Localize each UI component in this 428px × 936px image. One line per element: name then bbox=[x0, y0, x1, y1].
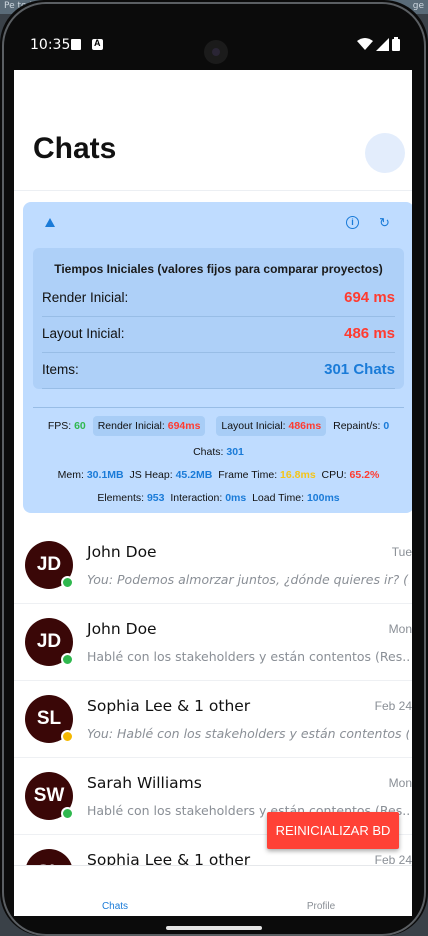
desktop-text-right: ge bbox=[412, 1, 424, 11]
frame-label: Frame Time: bbox=[218, 469, 278, 481]
metrics-line-4: Elements: 953 Interaction: 0ms Load Time… bbox=[23, 492, 412, 504]
phone-frame: 10:35 Chats i ↻ Tiempos Iniciales (valor… bbox=[0, 0, 428, 936]
initial-times-title: Tiempos Iniciales (valores fijos para co… bbox=[54, 262, 383, 276]
layout-label: Layout Inicial: bbox=[221, 420, 286, 432]
fps-label: FPS: bbox=[47, 420, 72, 432]
interaction-value: 0ms bbox=[225, 492, 247, 504]
battery-icon bbox=[392, 37, 400, 51]
online-status-dot bbox=[61, 576, 74, 589]
front-camera bbox=[204, 40, 228, 64]
chat-time: Feb 24 bbox=[374, 699, 412, 713]
reset-database-button[interactable]: REINICIALIZAR BD bbox=[267, 812, 399, 849]
cpu-value: 65.2% bbox=[349, 469, 380, 481]
refresh-icon[interactable]: ↻ bbox=[379, 215, 390, 231]
heap-value: 45.2MB bbox=[175, 469, 213, 481]
profile-avatar-button[interactable] bbox=[365, 133, 405, 173]
heap-label: JS Heap: bbox=[129, 469, 173, 481]
status-time: 10:35 bbox=[30, 37, 71, 53]
chat-name: John Doe bbox=[87, 620, 157, 638]
render-pill: Render Inicial: 694ms bbox=[92, 416, 206, 436]
chat-preview: You: Hablé con los stakeholders y están … bbox=[87, 726, 409, 741]
chat-item[interactable]: SL Sophia Lee & 1 other Feb 24 You: Habl… bbox=[14, 680, 412, 758]
chat-preview: Hablé con los stakeholders y están conte… bbox=[87, 649, 409, 664]
metrics-line-2: Chats: 301 bbox=[23, 446, 412, 458]
chat-item[interactable]: JD John Doe Tue You: Podemos almorzar ju… bbox=[14, 526, 412, 604]
initial-items-value: 301 Chats bbox=[324, 361, 395, 378]
online-status-dot bbox=[61, 653, 74, 666]
signal-icon bbox=[376, 37, 389, 51]
chat-item[interactable]: JD John Doe Mon Hablé con los stakeholde… bbox=[14, 603, 412, 681]
performance-panel: i ↻ Tiempos Iniciales (valores fijos par… bbox=[23, 202, 412, 513]
metrics-line-1: FPS: 60 Render Inicial: 694ms Layout Ini… bbox=[23, 416, 412, 436]
app-screen: Chats i ↻ Tiempos Iniciales (valores fij… bbox=[14, 70, 412, 916]
notification-a-icon bbox=[92, 38, 103, 50]
initial-row-layout: Layout Inicial: 486 ms bbox=[42, 316, 395, 353]
elements-value: 953 bbox=[146, 492, 165, 504]
chats-label: Chats: bbox=[193, 446, 224, 458]
repaint-label: Repaint/s: bbox=[333, 420, 381, 432]
render-label: Render Inicial: bbox=[97, 420, 165, 432]
load-value: 100ms bbox=[306, 492, 340, 504]
chat-name: John Doe bbox=[87, 543, 157, 561]
layout-value: 486ms bbox=[288, 420, 322, 432]
repaint-value: 0 bbox=[383, 420, 390, 432]
mem-value: 30.1MB bbox=[86, 469, 124, 481]
status-icons bbox=[357, 37, 400, 51]
layout-pill: Layout Inicial: 486ms bbox=[216, 416, 327, 436]
chat-preview: You: Podemos almorzar juntos, ¿dónde qui… bbox=[87, 572, 409, 587]
chats-value: 301 bbox=[226, 446, 244, 458]
fps-value: 60 bbox=[74, 420, 86, 432]
load-label: Load Time: bbox=[252, 492, 305, 504]
chat-name: Sarah Williams bbox=[87, 774, 202, 792]
interaction-label: Interaction: bbox=[170, 492, 223, 504]
chat-time: Mon bbox=[388, 622, 412, 636]
info-icon[interactable]: i bbox=[346, 216, 359, 229]
initial-row-render: Render Inicial: 694 ms bbox=[42, 280, 395, 317]
mem-label: Mem: bbox=[57, 469, 84, 481]
performance-toolbar: i ↻ bbox=[23, 202, 412, 242]
initial-render-label: Render Inicial: bbox=[42, 290, 129, 305]
cpu-label: CPU: bbox=[321, 469, 347, 481]
elements-label: Elements: bbox=[97, 492, 145, 504]
initial-times-box: Tiempos Iniciales (valores fijos para co… bbox=[33, 248, 404, 389]
render-value: 694ms bbox=[167, 420, 201, 432]
performance-divider bbox=[33, 407, 404, 408]
sim-card-icon bbox=[71, 39, 81, 50]
app-header: Chats bbox=[14, 70, 412, 191]
away-status-dot bbox=[61, 730, 74, 743]
initial-items-label: Items: bbox=[42, 362, 79, 377]
frame-value: 16.8ms bbox=[280, 469, 316, 481]
page-title: Chats bbox=[33, 132, 117, 165]
initial-row-items: Items: 301 Chats bbox=[42, 352, 395, 389]
tab-chats[interactable]: Chats bbox=[75, 901, 155, 912]
tab-profile[interactable]: Profile bbox=[281, 901, 361, 912]
collapse-triangle-icon[interactable] bbox=[45, 218, 55, 227]
chat-time: Mon bbox=[388, 776, 412, 790]
chat-name: Sophia Lee & 1 other bbox=[87, 697, 251, 715]
initial-layout-value: 486 ms bbox=[344, 325, 395, 342]
metrics-line-3: Mem: 30.1MB JS Heap: 45.2MB Frame Time: … bbox=[23, 469, 412, 481]
initial-layout-label: Layout Inicial: bbox=[42, 326, 125, 341]
bottom-tab-bar: Chats Profile bbox=[14, 865, 412, 916]
online-status-dot bbox=[61, 807, 74, 820]
chat-time: Tue bbox=[391, 545, 412, 559]
wifi-icon bbox=[357, 37, 373, 50]
home-indicator[interactable] bbox=[166, 926, 262, 930]
initial-render-value: 694 ms bbox=[344, 289, 395, 306]
